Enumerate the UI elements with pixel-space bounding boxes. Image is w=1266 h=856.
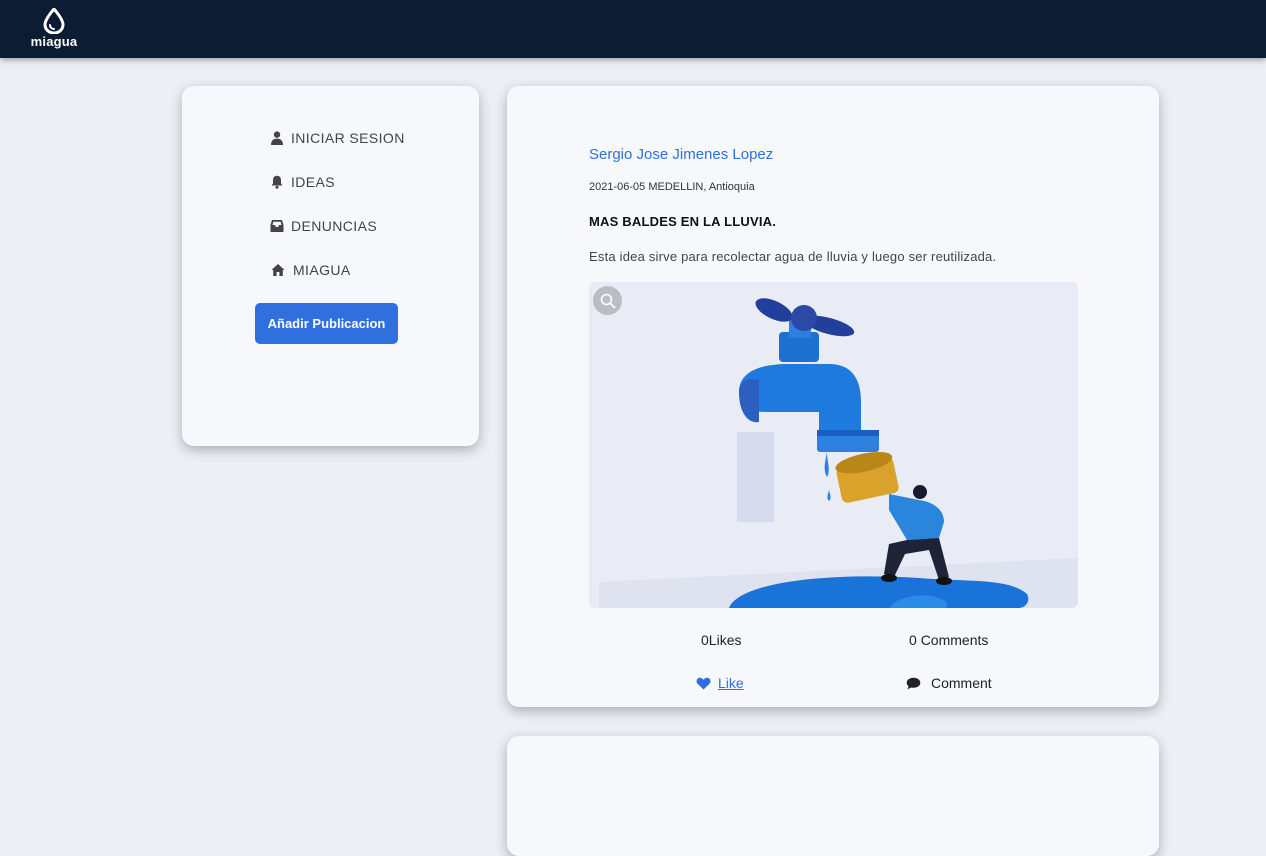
comment-button[interactable]: Comment — [906, 675, 992, 691]
like-button-label: Like — [718, 675, 744, 691]
like-button[interactable]: Like — [696, 675, 744, 691]
heart-icon — [696, 677, 711, 689]
sidebar-item-ideas[interactable]: IDEAS — [270, 172, 335, 192]
bell-icon — [271, 175, 283, 189]
sidebar-item-label: DENUNCIAS — [291, 218, 378, 234]
post-image[interactable] — [589, 282, 1078, 608]
comment-button-label: Comment — [931, 675, 992, 691]
comment-icon — [906, 677, 921, 689]
comments-count: 0 Comments — [909, 632, 988, 648]
sidebar-item-label: IDEAS — [291, 174, 336, 190]
sidebar-card: INICIAR SESION IDEAS DENUNCIAS MIAGUA Añ… — [182, 86, 479, 446]
post-description: Esta idea sirve para recolectar agua de … — [589, 249, 997, 264]
brand-logo[interactable]: miagua — [28, 8, 80, 48]
post-card: Sergio Jose Jimenes Lopez 2021-06-05 MED… — [507, 86, 1159, 707]
water-drop-icon — [43, 8, 65, 34]
post-meta: 2021-06-05 MEDELLIN, Antioquia — [589, 181, 755, 193]
faucet-illustration — [589, 282, 1078, 608]
post-title: MAS BALDES EN LA LLUVIA. — [589, 214, 777, 229]
likes-count: 0Likes — [701, 632, 741, 648]
likes-count-label: Likes — [708, 632, 742, 648]
top-navbar: miagua — [0, 0, 1266, 58]
sidebar-item-miagua[interactable]: MIAGUA — [270, 260, 351, 280]
next-post-card — [507, 736, 1159, 856]
sidebar-item-label: MIAGUA — [293, 262, 351, 278]
likes-count-value: 0 — [701, 632, 709, 648]
comments-count-value: 0 — [909, 632, 917, 648]
sidebar-item-iniciar-sesion[interactable]: INICIAR SESION — [270, 128, 405, 148]
search-icon — [600, 293, 615, 308]
home-icon — [271, 264, 285, 276]
zoom-button[interactable] — [593, 286, 622, 315]
inbox-icon — [270, 220, 284, 232]
user-icon — [271, 131, 283, 145]
sidebar-item-denuncias[interactable]: DENUNCIAS — [270, 216, 377, 236]
comments-count-label: Comments — [920, 632, 989, 648]
add-publication-button[interactable]: Añadir Publicacion — [255, 303, 398, 344]
post-author[interactable]: Sergio Jose Jimenes Lopez — [589, 146, 773, 163]
sidebar-item-label: INICIAR SESION — [291, 130, 405, 146]
brand-name: miagua — [30, 34, 78, 49]
